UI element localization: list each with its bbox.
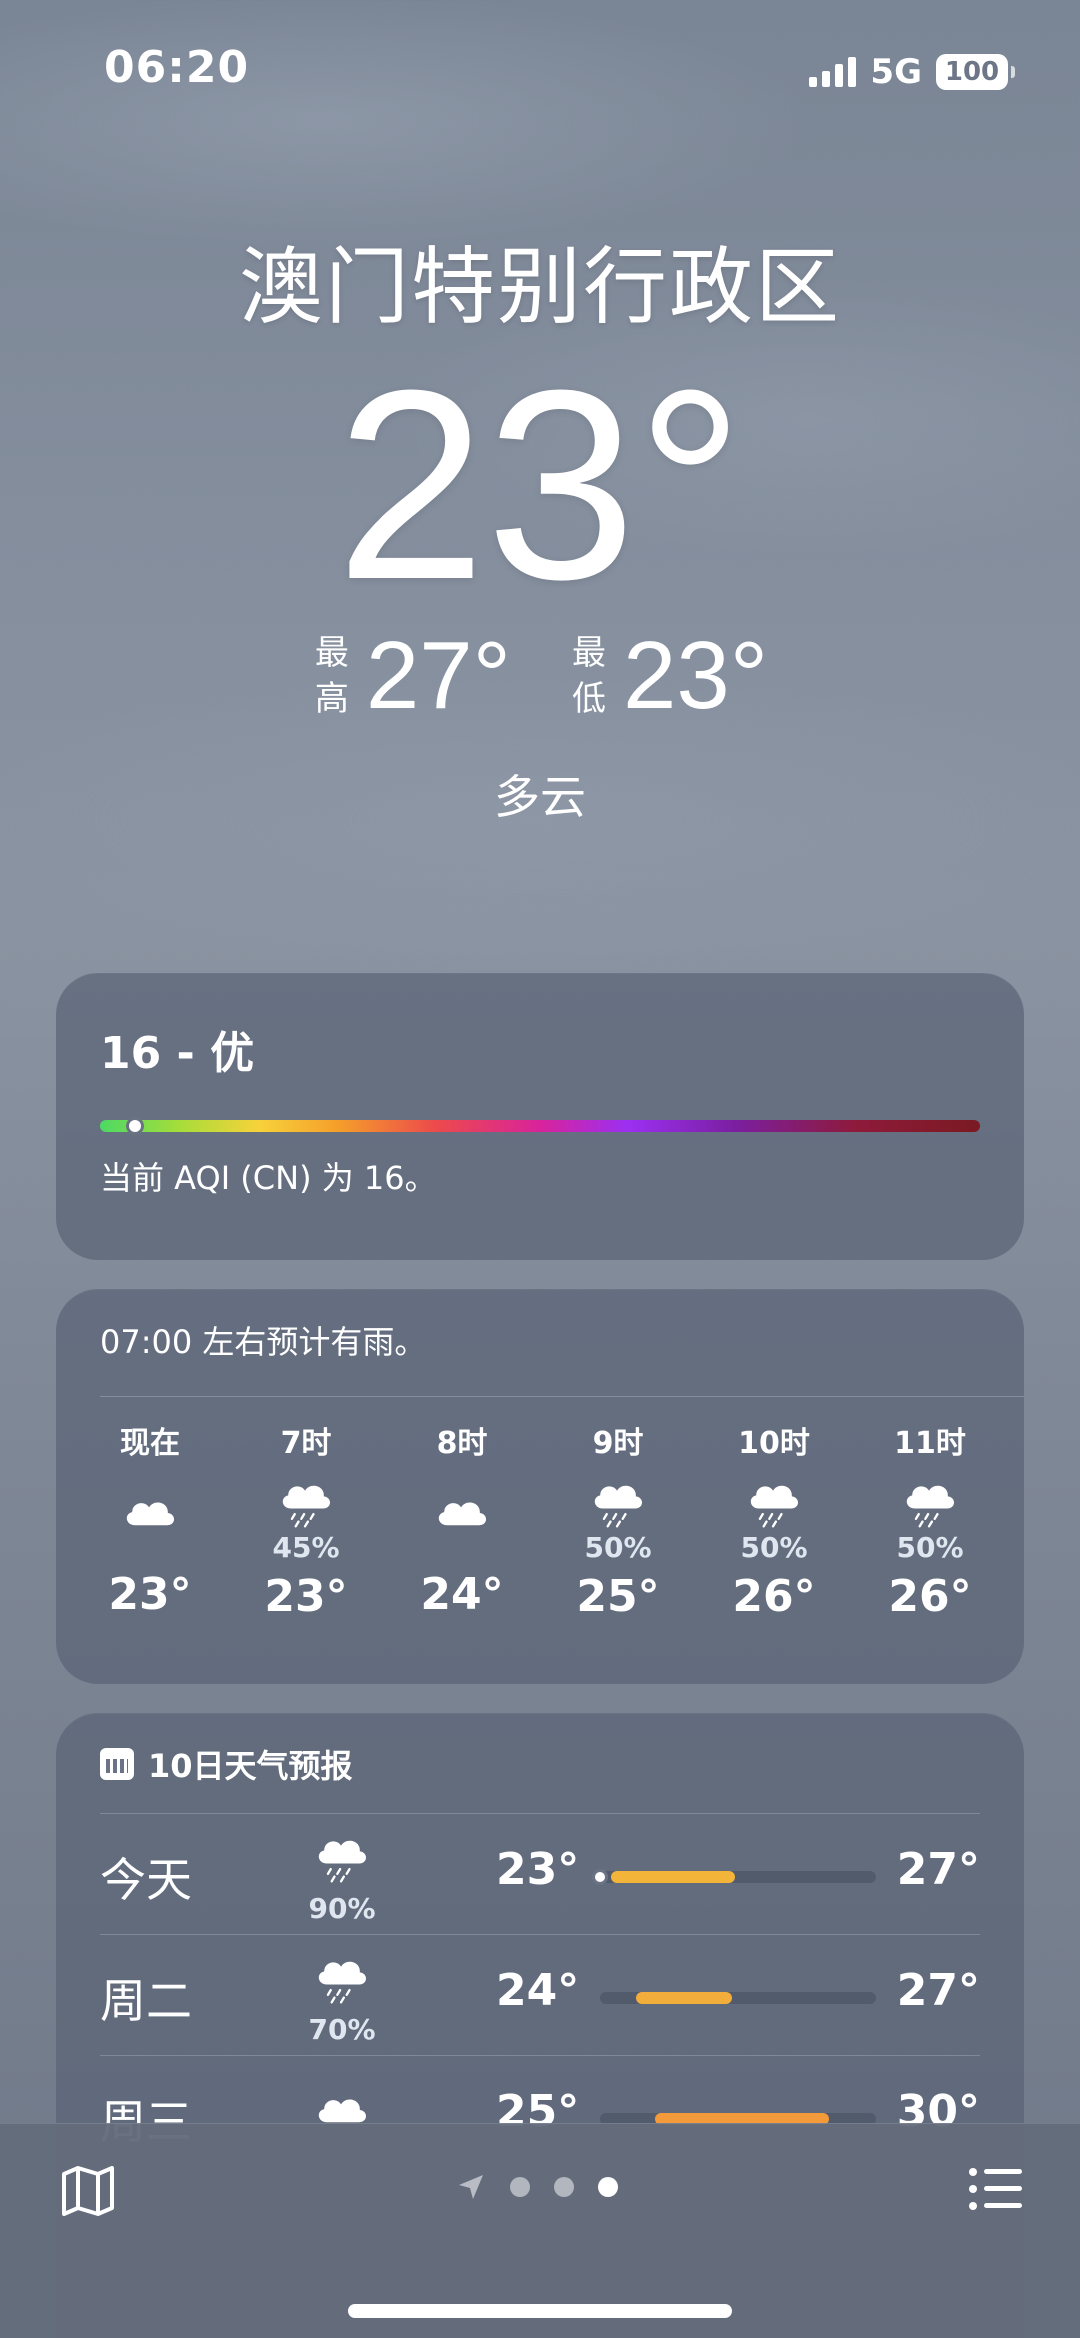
cloud-rain-icon bbox=[312, 1949, 372, 2005]
cloud-icon bbox=[120, 1483, 180, 1543]
hourly-list[interactable]: 现在 23° 7时 45% 23° 8时 24° 9时 50% 25° 10时 50% 26° 11时 50… bbox=[100, 1419, 980, 1622]
hour-label: 现在 bbox=[120, 1426, 180, 1461]
current-temp-indicator bbox=[592, 1869, 608, 1885]
hour-label: 9时 bbox=[592, 1426, 644, 1461]
cloud-icon bbox=[432, 1483, 492, 1543]
precipitation-chance: 90% bbox=[308, 1892, 376, 1925]
battery-level: 100 bbox=[944, 57, 1000, 87]
calendar-icon bbox=[100, 1748, 134, 1780]
hour-temperature: 26° bbox=[732, 1571, 816, 1622]
high-temp-group: 最高 27° bbox=[312, 621, 511, 731]
divider bbox=[100, 1396, 1024, 1397]
status-bar: 06:20 5G 100 bbox=[0, 0, 1080, 140]
page-dot[interactable] bbox=[510, 2177, 530, 2197]
hour-item: 10时 50% 26° bbox=[724, 1419, 824, 1622]
low-temp-group: 最低 23° bbox=[569, 621, 768, 731]
hour-item: 现在 23° bbox=[100, 1419, 200, 1622]
high-temperature: 27° bbox=[896, 1844, 980, 1895]
hour-temperature: 24° bbox=[420, 1569, 504, 1620]
temperature-range-track bbox=[600, 1992, 876, 2004]
city-name: 澳门特别行政区 bbox=[238, 238, 841, 336]
page-indicator[interactable] bbox=[456, 2172, 618, 2202]
cloud-rain-icon bbox=[588, 1471, 648, 1531]
temperature-range-track bbox=[592, 1869, 876, 1885]
battery-icon: 100 bbox=[936, 54, 1015, 90]
daily-list[interactable]: 今天 90% 23° 27° 周二 70% 24° 27° 周三 25° 30° bbox=[100, 1813, 980, 2176]
daily-row[interactable]: 今天 90% 23° 27° bbox=[100, 1813, 980, 1934]
high-temperature: 27° bbox=[896, 1965, 980, 2016]
hour-temperature: 26° bbox=[888, 1571, 972, 1622]
hour-temperature: 23° bbox=[108, 1569, 192, 1620]
aqi-indicator bbox=[126, 1117, 144, 1135]
precipitation-chance: 50% bbox=[896, 1531, 964, 1564]
current-temperature: 23° bbox=[335, 335, 745, 636]
weather-condition: 多云 bbox=[494, 770, 586, 824]
hour-item: 8时 24° bbox=[412, 1419, 512, 1622]
hourly-forecast-card[interactable]: 07:00 左右预计有雨。 现在 23° 7时 45% 23° 8时 24° 9时 50% 25°… bbox=[56, 1289, 1024, 1684]
precipitation-chance: 50% bbox=[740, 1531, 808, 1564]
precipitation-chance: 50% bbox=[584, 1531, 652, 1564]
daily-title: 10日天气预报 bbox=[148, 1747, 353, 1785]
page-dot[interactable] bbox=[554, 2177, 574, 2197]
network-type: 5G bbox=[870, 52, 922, 92]
cellular-signal-icon bbox=[809, 57, 857, 87]
day-name: 周二 bbox=[100, 1974, 192, 2028]
cloud-rain-icon bbox=[276, 1471, 336, 1531]
air-quality-card[interactable]: 16 - 优 当前 AQI (CN) 为 16。 bbox=[56, 973, 1024, 1260]
daily-header: 10日天气预报 bbox=[100, 1741, 353, 1787]
list-icon[interactable] bbox=[968, 2164, 1024, 2214]
low-temperature: 23° bbox=[496, 1844, 580, 1895]
aqi-scale-bar bbox=[100, 1117, 980, 1135]
low-temperature: 24° bbox=[496, 1965, 580, 2016]
hour-label: 8时 bbox=[436, 1426, 488, 1461]
hour-temperature: 25° bbox=[576, 1571, 660, 1622]
map-icon[interactable] bbox=[58, 2160, 118, 2220]
status-indicators: 5G 100 bbox=[809, 52, 1015, 92]
cloud-rain-icon bbox=[744, 1471, 804, 1531]
high-temperature: 27° bbox=[365, 622, 511, 729]
hourly-summary: 07:00 左右预计有雨。 bbox=[100, 1323, 427, 1361]
hour-temperature: 23° bbox=[264, 1571, 348, 1622]
home-indicator[interactable] bbox=[348, 2304, 732, 2318]
bottom-toolbar bbox=[0, 2123, 1080, 2338]
cloud-rain-icon bbox=[312, 1828, 372, 1884]
hour-item: 11时 50% 26° bbox=[880, 1419, 980, 1622]
hour-item: 9时 50% 25° bbox=[568, 1419, 668, 1622]
hour-label: 7时 bbox=[280, 1426, 332, 1461]
day-name: 今天 bbox=[100, 1853, 192, 1907]
current-weather: 澳门特别行政区 23° 最高 27° 最低 23° 多云 bbox=[0, 220, 1080, 827]
hour-item: 7时 45% 23° bbox=[256, 1419, 356, 1622]
low-label: 最低 bbox=[572, 633, 606, 719]
temperature-range-bar bbox=[611, 1871, 736, 1883]
precipitation-chance: 45% bbox=[272, 1531, 340, 1564]
daily-row[interactable]: 周二 70% 24° 27° bbox=[100, 1934, 980, 2055]
aqi-description: 当前 AQI (CN) 为 16。 bbox=[100, 1159, 437, 1197]
hour-label: 11时 bbox=[894, 1426, 966, 1461]
hour-label: 10时 bbox=[738, 1426, 810, 1461]
aqi-title: 16 - 优 bbox=[100, 1028, 255, 1079]
high-low: 最高 27° 最低 23° bbox=[0, 621, 1080, 731]
page-dot[interactable] bbox=[598, 2177, 618, 2197]
temperature-range-bar bbox=[635, 1992, 733, 2004]
cloud-rain-icon bbox=[900, 1471, 960, 1531]
precipitation-chance: 70% bbox=[308, 2013, 376, 2046]
high-label: 最高 bbox=[314, 633, 349, 719]
location-arrow-icon[interactable] bbox=[456, 2172, 486, 2202]
status-time: 06:20 bbox=[104, 42, 250, 93]
low-temperature: 23° bbox=[623, 622, 769, 729]
